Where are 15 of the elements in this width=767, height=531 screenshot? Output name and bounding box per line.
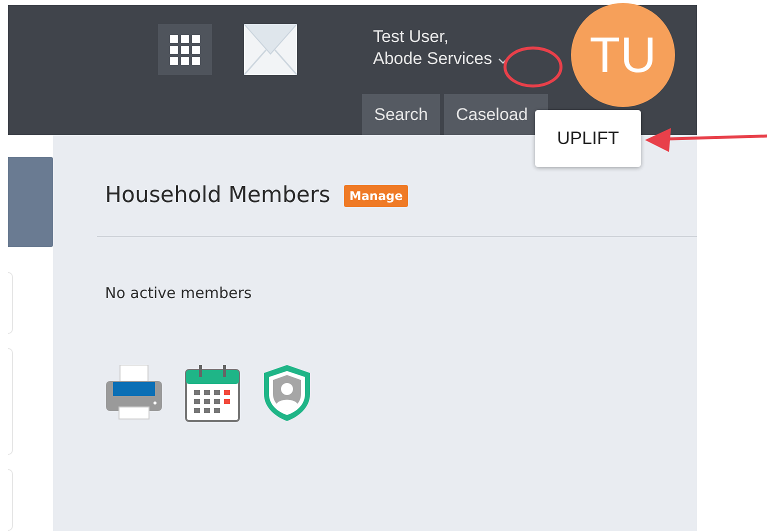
- section-title: Household Members: [105, 183, 330, 208]
- uplift-popup[interactable]: UPLIFT: [535, 110, 641, 167]
- user-name: Test User,: [373, 26, 450, 48]
- card-edge: [8, 469, 13, 531]
- empty-message: No active members: [105, 284, 253, 302]
- shield-user-icon[interactable]: [262, 364, 312, 422]
- annotation-circle: [502, 45, 564, 89]
- apps-grid-icon[interactable]: [158, 24, 212, 75]
- organisation-name: Abode Services: [373, 48, 492, 70]
- nav-button[interactable]: Caseload: [444, 94, 548, 135]
- nav-button[interactable]: Search: [362, 94, 440, 135]
- card-edge: [8, 272, 13, 334]
- calendar-icon[interactable]: [185, 364, 240, 422]
- manage-button[interactable]: Manage: [344, 184, 408, 206]
- printer-icon[interactable]: [105, 365, 163, 421]
